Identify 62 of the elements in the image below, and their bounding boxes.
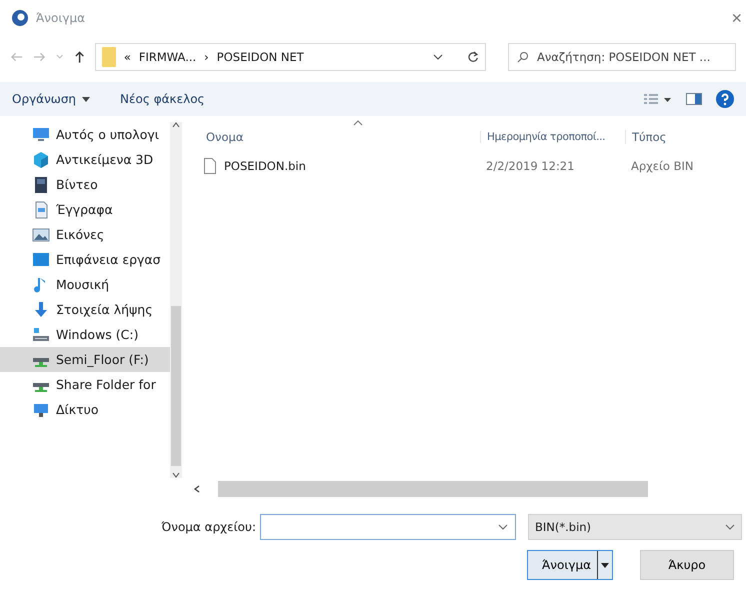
- sidebar-item[interactable]: Αντικείμενα 3D: [0, 147, 170, 172]
- sidebar-item[interactable]: Share Folder for: [0, 372, 170, 397]
- sidebar-item[interactable]: Μουσική: [0, 272, 170, 297]
- drive-icon: [32, 356, 50, 366]
- chevron-down-icon[interactable]: [172, 472, 180, 478]
- window-title: Άνοιγμα: [36, 11, 86, 25]
- sidebar-item[interactable]: Επιφάνεια εργασ: [0, 247, 170, 272]
- preview-pane-icon[interactable]: [686, 93, 702, 105]
- horizontal-scrollbar[interactable]: [218, 481, 648, 497]
- sidebar-item[interactable]: Δίκτυο: [0, 397, 170, 422]
- film-icon: [32, 176, 50, 194]
- column-header[interactable]: Ημερομηνία τροποποί...: [480, 131, 625, 143]
- search-icon: [517, 51, 530, 63]
- drive-icon: [32, 382, 50, 392]
- caret-icon: [601, 562, 609, 568]
- close-button[interactable]: ×: [731, 8, 742, 28]
- new-folder-button[interactable]: Νέος φάκελος: [120, 92, 205, 106]
- chevron-left-icon[interactable]: [194, 485, 200, 493]
- view-options-icon[interactable]: [644, 93, 672, 105]
- picture-icon: [32, 226, 50, 244]
- table-cell-text: 2/2/2019 12:21: [485, 159, 576, 173]
- path-segment[interactable]: FIRMWA...: [138, 50, 196, 64]
- path-separator: ›: [204, 50, 209, 64]
- filename-label: Όνομα αρχείου:: [160, 520, 257, 534]
- filename-field[interactable]: [260, 514, 516, 540]
- refresh-icon[interactable]: [467, 51, 480, 63]
- sidebar-item[interactable]: Εικόνες: [0, 222, 170, 247]
- computer-icon: [32, 126, 50, 144]
- chevron-down-icon[interactable]: [433, 54, 444, 60]
- sidebar-item[interactable]: Semi_Floor (F:): [0, 347, 170, 372]
- sidebar-item[interactable]: Αυτός ο υπολογι: [0, 122, 170, 147]
- sort-caret-icon: [353, 120, 363, 126]
- chevron-down-icon[interactable]: [498, 524, 508, 530]
- caret-icon: [82, 96, 90, 102]
- search-field[interactable]: Αναζήτηση: POSEIDON NET ...: [508, 43, 736, 71]
- open-button[interactable]: Άνοιγμα: [527, 550, 613, 580]
- file-type-dropdown[interactable]: BIN(*.bin): [528, 514, 742, 540]
- sidebar-item[interactable]: Στοιχεία λήψης: [0, 297, 170, 322]
- cube-icon: [32, 150, 50, 168]
- cancel-button[interactable]: Άκυρο: [640, 550, 734, 580]
- help-icon[interactable]: [716, 90, 734, 108]
- sidebar-item[interactable]: Windows (C:): [0, 322, 170, 347]
- file-icon: [204, 158, 216, 174]
- drive-icon: [32, 326, 50, 344]
- column-header[interactable]: Τύπος: [625, 130, 746, 144]
- address-bar[interactable]: « FIRMWA... › POSEIDON NET: [94, 43, 486, 71]
- chevron-down-icon: [725, 524, 735, 530]
- overflow-marker: «: [124, 50, 131, 64]
- organize-button[interactable]: Οργάνωση: [12, 92, 90, 106]
- file-name[interactable]: POSEIDON.bin: [224, 159, 306, 173]
- desktop-icon: [32, 250, 50, 268]
- column-header[interactable]: Ονομα: [200, 130, 480, 144]
- vertical-scrollbar[interactable]: [170, 122, 182, 478]
- folder-icon: [102, 47, 116, 67]
- path-segment[interactable]: POSEIDON NET: [216, 50, 304, 64]
- up-arrow-icon[interactable]: [74, 50, 85, 64]
- download-arrow-icon: [32, 300, 50, 318]
- chevron-up-icon[interactable]: [172, 122, 180, 128]
- sidebar-item[interactable]: Βίντεο: [0, 172, 170, 197]
- sidebar-item[interactable]: Έγγραφα: [0, 197, 170, 222]
- app-icon: [12, 10, 28, 26]
- table-cell-text: Αρχείο BIN: [630, 159, 694, 173]
